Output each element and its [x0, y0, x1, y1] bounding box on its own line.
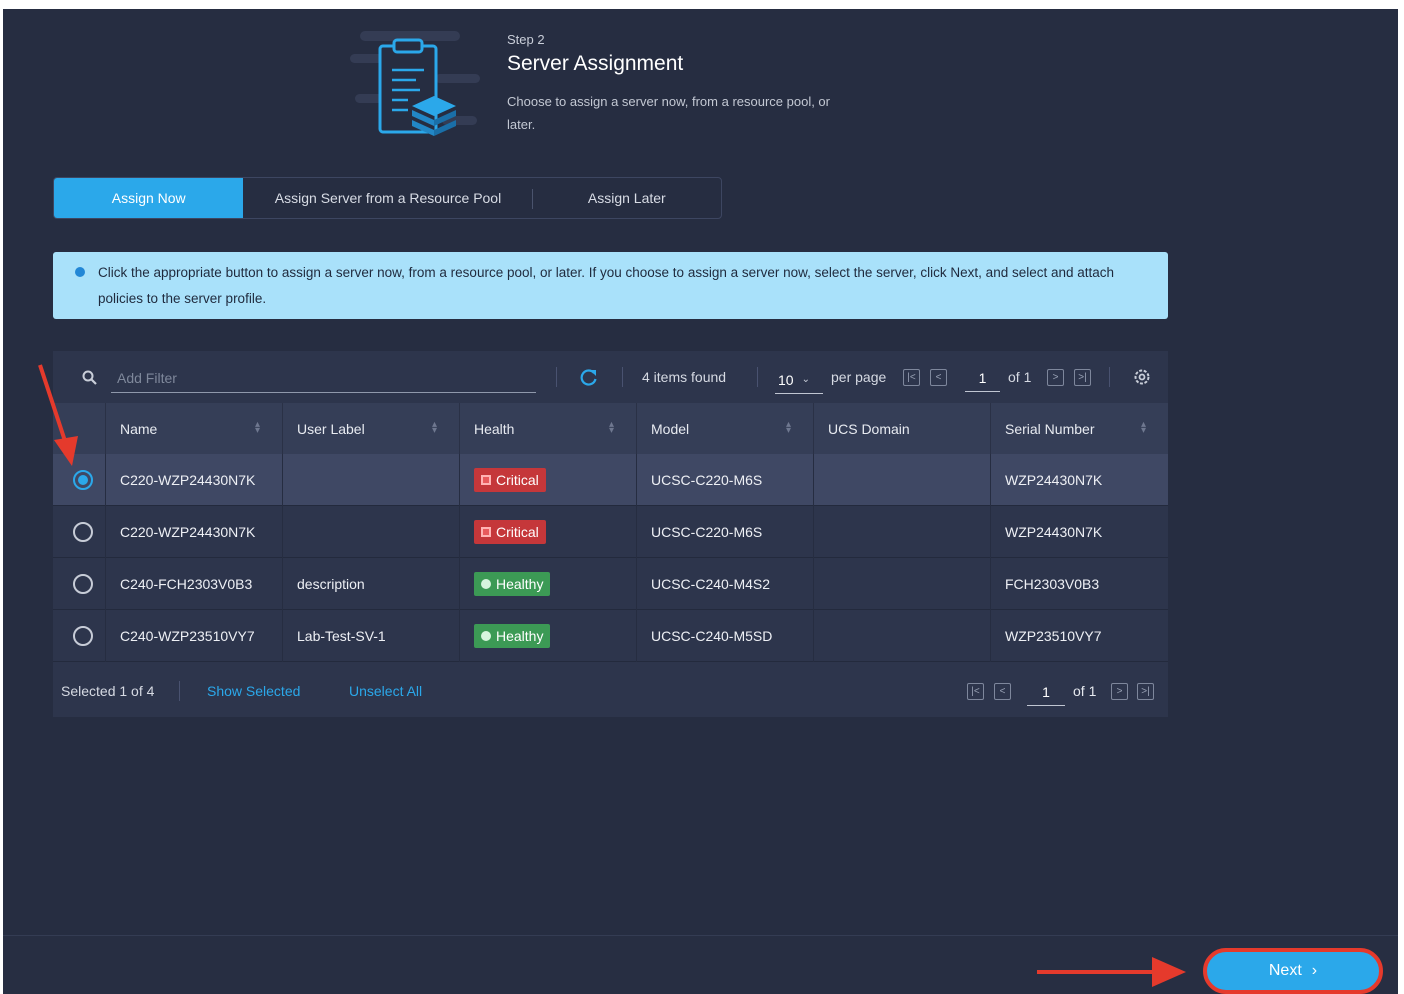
row-radio-button[interactable]: [73, 574, 93, 594]
table-row[interactable]: C240-FCH2303V0B3 description Healthy UCS…: [53, 558, 1168, 610]
tab-assign-now[interactable]: Assign Now: [54, 178, 244, 218]
first-page-icon[interactable]: |<: [903, 369, 920, 386]
unselect-all-link[interactable]: Unselect All: [349, 683, 422, 699]
sort-icon: ▴ ▾: [608, 419, 614, 436]
row-radio-button[interactable]: [73, 626, 93, 646]
last-page-icon[interactable]: >|: [1137, 683, 1154, 700]
filter-input[interactable]: [111, 364, 536, 393]
sort-icon: ▴ ▾: [785, 419, 791, 436]
sort-icon: ▴ ▾: [1140, 419, 1146, 436]
table-row[interactable]: C220-WZP24430N7K Critical UCSC-C220-M6S …: [53, 506, 1168, 558]
table-footer: Selected 1 of 4 Show Selected Unselect A…: [53, 665, 1168, 717]
cell-model: UCSC-C220-M6S: [637, 506, 814, 558]
table-row[interactable]: C240-WZP23510VY7 Lab-Test-SV-1 Healthy U…: [53, 610, 1168, 662]
page-number-input[interactable]: 1: [1027, 678, 1065, 706]
row-radio-button[interactable]: [73, 522, 93, 542]
cell-user-label: description: [283, 558, 460, 610]
cell-name: C220-WZP24430N7K: [106, 506, 283, 558]
cell-name: C240-WZP23510VY7: [106, 610, 283, 662]
previous-page-icon[interactable]: <: [930, 369, 947, 386]
footer-divider: [179, 681, 180, 701]
cell-model: UCSC-C240-M4S2: [637, 558, 814, 610]
cell-serial-number: FCH2303V0B3: [1005, 576, 1100, 592]
cell-name: C220-WZP24430N7K: [106, 454, 283, 506]
cell-serial-number: WZP24430N7K: [1005, 472, 1103, 488]
health-badge: Critical: [474, 468, 546, 492]
tab-assign-from-pool[interactable]: Assign Server from a Resource Pool: [243, 178, 533, 218]
chevron-right-icon: ›: [1311, 962, 1318, 979]
toolbar-divider: [556, 367, 557, 387]
next-page-icon[interactable]: >: [1047, 369, 1064, 386]
cell-serial-number: WZP24430N7K: [1005, 524, 1103, 540]
show-selected-link[interactable]: Show Selected: [207, 683, 300, 699]
check-circle-icon: [481, 631, 491, 641]
cell-model: UCSC-C220-M6S: [637, 454, 814, 506]
info-banner: Click the appropriate button to assign a…: [53, 252, 1168, 319]
critical-icon: [481, 475, 491, 485]
table-row[interactable]: C220-WZP24430N7K Critical UCSC-C220-M6S …: [53, 454, 1168, 506]
table-header: Name ▴ ▾ User Label ▴ ▾ Health ▴ ▾ Model ▴ ▾ UCS…: [53, 403, 1168, 454]
step-description: Choose to assign a server now, from a re…: [507, 94, 830, 132]
server-table-panel: 4 items found 10 ⌄ per page |< < 1 of 1 …: [53, 351, 1168, 717]
column-header-ucs-domain[interactable]: UCS Domain: [814, 403, 991, 454]
column-header-name[interactable]: Name ▴ ▾: [106, 403, 283, 454]
select-column-header: [53, 403, 106, 454]
chevron-down-icon: ⌄: [801, 374, 810, 385]
wizard-footer: [3, 935, 1398, 994]
page-number-input[interactable]: 1: [965, 364, 1000, 392]
toolbar-divider: [622, 367, 623, 387]
refresh-icon[interactable]: [579, 367, 599, 387]
cell-user-label: [283, 506, 460, 558]
assignment-tabs: Assign Now Assign Server from a Resource…: [53, 177, 722, 219]
health-badge: Critical: [474, 520, 546, 544]
column-header-serial-number[interactable]: Serial Number ▴ ▾: [991, 403, 1168, 454]
items-found-count: 4 items found: [642, 369, 727, 385]
toolbar-divider: [1109, 367, 1110, 387]
column-header-health[interactable]: Health ▴ ▾: [460, 403, 637, 454]
tab-assign-later[interactable]: Assign Later: [533, 178, 721, 218]
check-circle-icon: [481, 579, 491, 589]
search-icon: [82, 370, 97, 385]
step-label: Step 2: [507, 32, 545, 47]
cell-ucs-domain: [814, 558, 991, 610]
health-badge: Healthy: [474, 624, 551, 648]
column-header-model[interactable]: Model ▴ ▾: [637, 403, 814, 454]
info-icon: [75, 267, 85, 277]
per-page-select[interactable]: 10 ⌄: [775, 366, 823, 394]
next-page-icon[interactable]: >: [1111, 683, 1128, 700]
cell-serial-number: WZP23510VY7: [1005, 628, 1102, 644]
info-banner-text: Click the appropriate button to assign a…: [98, 265, 1115, 306]
critical-icon: [481, 527, 491, 537]
per-page-value: 10: [778, 371, 794, 388]
cell-user-label: [283, 454, 460, 506]
sort-icon: ▴ ▾: [431, 419, 437, 436]
gear-icon[interactable]: [1132, 367, 1152, 387]
previous-page-icon[interactable]: <: [994, 683, 1011, 700]
cell-ucs-domain: [814, 506, 991, 558]
sort-icon: ▴ ▾: [254, 419, 260, 436]
table-toolbar: 4 items found 10 ⌄ per page |< < 1 of 1 …: [53, 351, 1168, 403]
next-button-label: Next: [1268, 962, 1302, 979]
cell-model: UCSC-C240-M5SD: [637, 610, 814, 662]
page-title: Server Assignment: [507, 52, 684, 75]
row-radio-button[interactable]: [73, 470, 93, 490]
first-page-icon[interactable]: |<: [967, 683, 984, 700]
cell-name: C240-FCH2303V0B3: [106, 558, 283, 610]
page-total: of 1: [1008, 369, 1032, 385]
clipboard-server-icon: [350, 31, 480, 136]
toolbar-divider: [757, 367, 758, 387]
cell-user-label: Lab-Test-SV-1: [283, 610, 460, 662]
cell-ucs-domain: [814, 454, 991, 506]
last-page-icon[interactable]: >|: [1074, 369, 1091, 386]
column-header-user-label[interactable]: User Label ▴ ▾: [283, 403, 460, 454]
cell-ucs-domain: [814, 610, 991, 662]
selected-count: Selected 1 of 4: [61, 683, 155, 699]
health-badge: Healthy: [474, 572, 551, 596]
page-total: of 1: [1073, 683, 1097, 699]
next-button[interactable]: Next ›: [1203, 948, 1383, 994]
per-page-label: per page: [831, 369, 887, 385]
